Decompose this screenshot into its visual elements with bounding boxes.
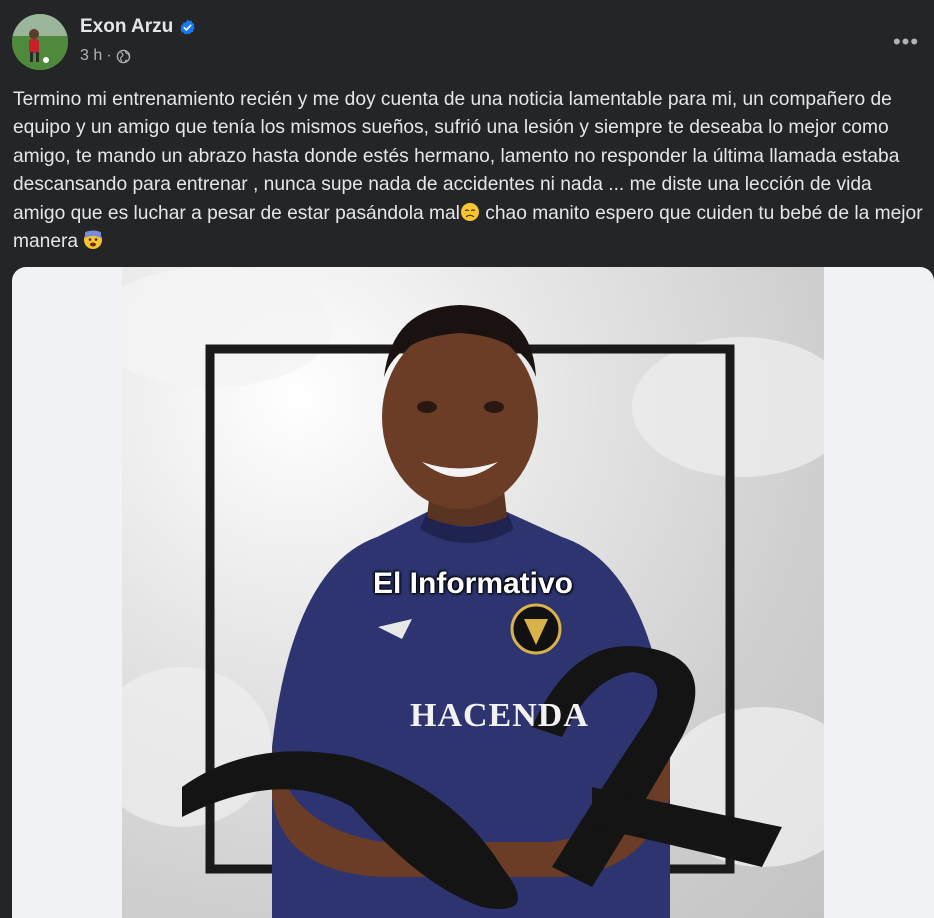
post-image[interactable]: El Informativo HACENDA <box>12 267 934 918</box>
watermark-text: El Informativo <box>372 567 574 600</box>
author-name[interactable]: Exon Arzu <box>80 16 173 38</box>
globe-icon[interactable] <box>116 49 131 64</box>
fearful-face-emoji-icon <box>84 230 103 250</box>
memorial-photo: El Informativo HACENDA <box>122 267 824 918</box>
jersey-sponsor-text: HACENDA <box>410 697 589 734</box>
more-options-button[interactable]: ••• <box>888 24 924 60</box>
author-avatar[interactable] <box>12 14 68 70</box>
post-text: Termino mi entrenamiento recién y me doy… <box>13 86 925 256</box>
disappointed-face-emoji-icon <box>460 202 479 221</box>
post-timestamp[interactable]: 3 h <box>80 47 102 65</box>
verified-badge-icon <box>180 19 195 34</box>
meta-separator: · <box>106 47 112 64</box>
facebook-post: Exon Arzu 3 h · ••• Termino mi entrenami… <box>0 0 934 918</box>
